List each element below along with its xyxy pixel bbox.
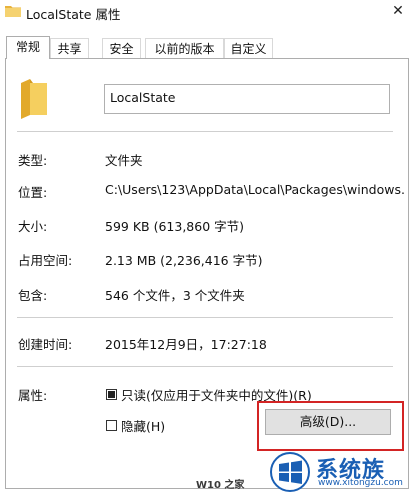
tab-customize[interactable]: 自定义	[224, 38, 273, 58]
hidden-label[interactable]: 隐藏(H)	[121, 416, 165, 435]
readonly-label[interactable]: 只读(仅应用于文件夹中的文件)(R)	[121, 385, 312, 404]
type-value: 文件夹	[105, 153, 143, 168]
contains-label: 包含:	[18, 288, 48, 303]
divider	[17, 366, 393, 367]
readonly-checkbox[interactable]	[106, 389, 117, 400]
attributes-label: 属性:	[18, 388, 48, 403]
tab-general[interactable]: 常规	[6, 36, 50, 59]
size-value: 599 KB (613,860 字节)	[105, 219, 244, 234]
size-on-disk-value: 2.13 MB (2,236,416 字节)	[105, 253, 263, 268]
folder-name-input[interactable]: LocalState	[104, 84, 390, 114]
size-label: 大小:	[18, 219, 48, 234]
watermark-url: www.xitongzu.com	[318, 478, 403, 488]
type-label: 类型:	[18, 153, 48, 168]
tab-security[interactable]: 安全	[102, 38, 141, 58]
tab-sharing[interactable]: 共享	[50, 38, 89, 58]
contains-value: 546 个文件，3 个文件夹	[105, 288, 245, 303]
folder-icon	[21, 79, 47, 119]
advanced-button[interactable]: 高级(D)...	[265, 409, 391, 435]
location-label: 位置:	[18, 185, 48, 200]
divider	[17, 131, 393, 132]
windows-logo-icon	[270, 452, 310, 492]
close-button[interactable]: ✕	[382, 0, 414, 24]
folder-icon	[5, 6, 21, 17]
window-title: LocalState 属性	[26, 7, 121, 22]
hidden-checkbox[interactable]	[106, 420, 117, 431]
watermark-left-text: W10 之家	[196, 480, 245, 491]
location-value: C:\Users\123\AppData\Local\Packages\wind…	[105, 182, 405, 197]
created-label: 创建时间:	[18, 337, 73, 352]
close-icon: ✕	[392, 3, 404, 19]
size-on-disk-label: 占用空间:	[18, 253, 73, 268]
created-value: 2015年12月9日，17:27:18	[105, 337, 267, 352]
divider	[17, 317, 393, 318]
tab-previous-versions[interactable]: 以前的版本	[145, 38, 224, 58]
title-bar: LocalState 属性 ✕	[0, 0, 414, 26]
